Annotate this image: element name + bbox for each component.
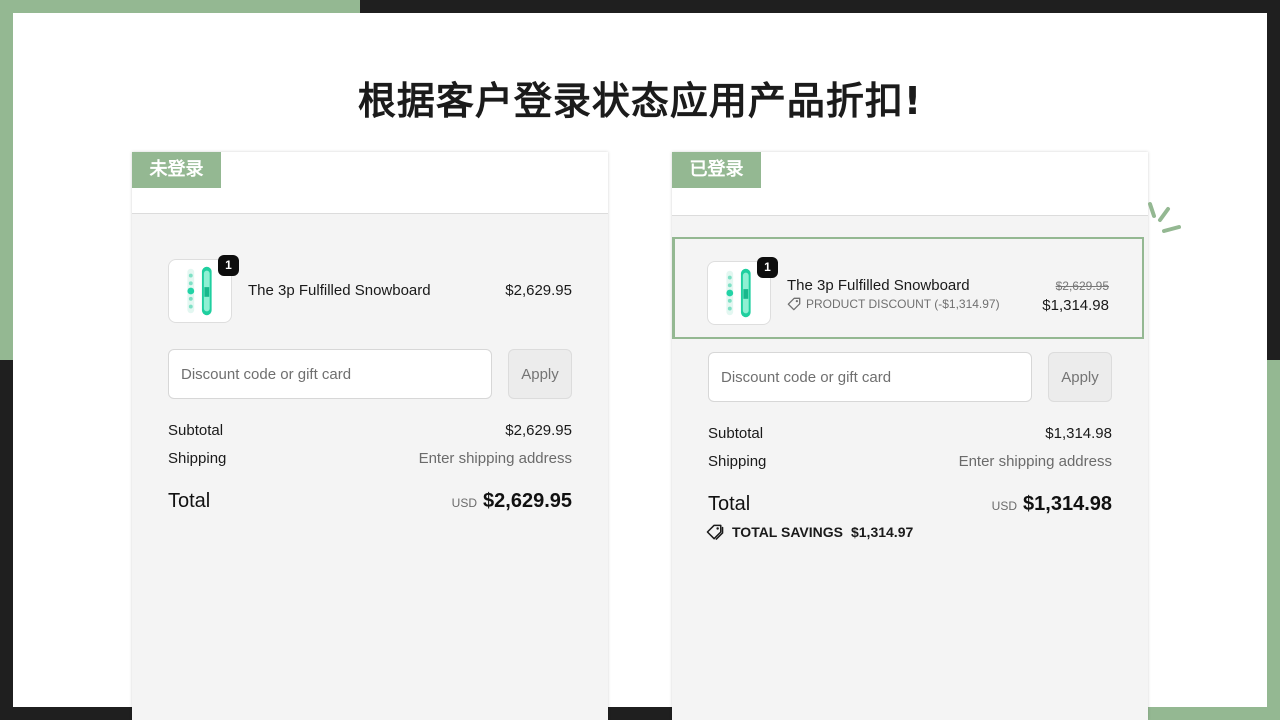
original-price: $2,629.95 [1055,279,1109,293]
panel-header: 未登录 [132,152,608,214]
savings-label: TOTAL SAVINGS [732,524,843,540]
shipping-label: Shipping [708,453,767,470]
apply-discount-button[interactable]: Apply [1048,352,1112,402]
subtotal-value: $2,629.95 [505,422,572,439]
product-discount-line: PRODUCT DISCOUNT (-$1,314.97) [787,297,1000,311]
product-name: The 3p Fulfilled Snowboard [248,282,431,299]
subtotal-value: $1,314.98 [1045,425,1112,442]
subtotal-label: Subtotal [168,422,224,439]
shipping-label: Shipping [168,450,227,467]
apply-discount-button[interactable]: Apply [508,349,572,399]
shipping-value: Enter shipping address [418,450,572,467]
shipping-value: Enter shipping address [958,453,1112,470]
status-tag-logged-out: 未登录 [132,152,221,188]
total-label: Total [708,493,751,515]
total-value: USD $2,629.95 [452,490,572,513]
total-savings: TOTAL SAVINGS $1,314.97 [706,524,913,540]
discounted-price: $1,314.98 [1042,297,1109,314]
total-label: Total [168,490,211,512]
discount-code-input[interactable] [708,352,1032,402]
currency-code: USD [991,499,1018,513]
sparkle-accent-icon [1148,202,1181,233]
line-item: 1 The 3p Fulfilled Snowboard $2,629.95 [132,241,608,341]
discount-code-input[interactable] [168,349,492,399]
product-discount-text: PRODUCT DISCOUNT (-$1,314.97) [806,297,1000,311]
savings-amount: $1,314.97 [850,524,914,540]
subtotal-label: Subtotal [708,425,764,442]
slide-title: 根据客户登录状态应用产品折扣! [357,79,923,123]
tags-icon [706,524,724,540]
line-item-highlighted: 1 The 3p Fulfilled Snowboard PRODUCT DIS… [672,237,1144,339]
checkout-panel-logged-out: 未登录 1 The 3p Fulfilled Snowboard $2,629.… [132,152,608,720]
tag-icon [787,297,801,311]
product-name: The 3p Fulfilled Snowboard [787,277,970,294]
checkout-panel-logged-in: 已登录 1 The 3p Fulfilled Snowboard PRODUCT… [672,152,1148,720]
total-amount: $2,629.95 [483,490,572,512]
total-value: USD $1,314.98 [992,493,1112,516]
total-amount: $1,314.98 [1023,493,1112,515]
currency-code: USD [451,496,478,510]
product-price: $2,629.95 [505,282,572,299]
status-tag-logged-in: 已登录 [672,152,761,188]
panel-header: 已登录 [672,152,1148,216]
quantity-badge: 1 [218,255,239,276]
quantity-badge: 1 [757,257,778,278]
